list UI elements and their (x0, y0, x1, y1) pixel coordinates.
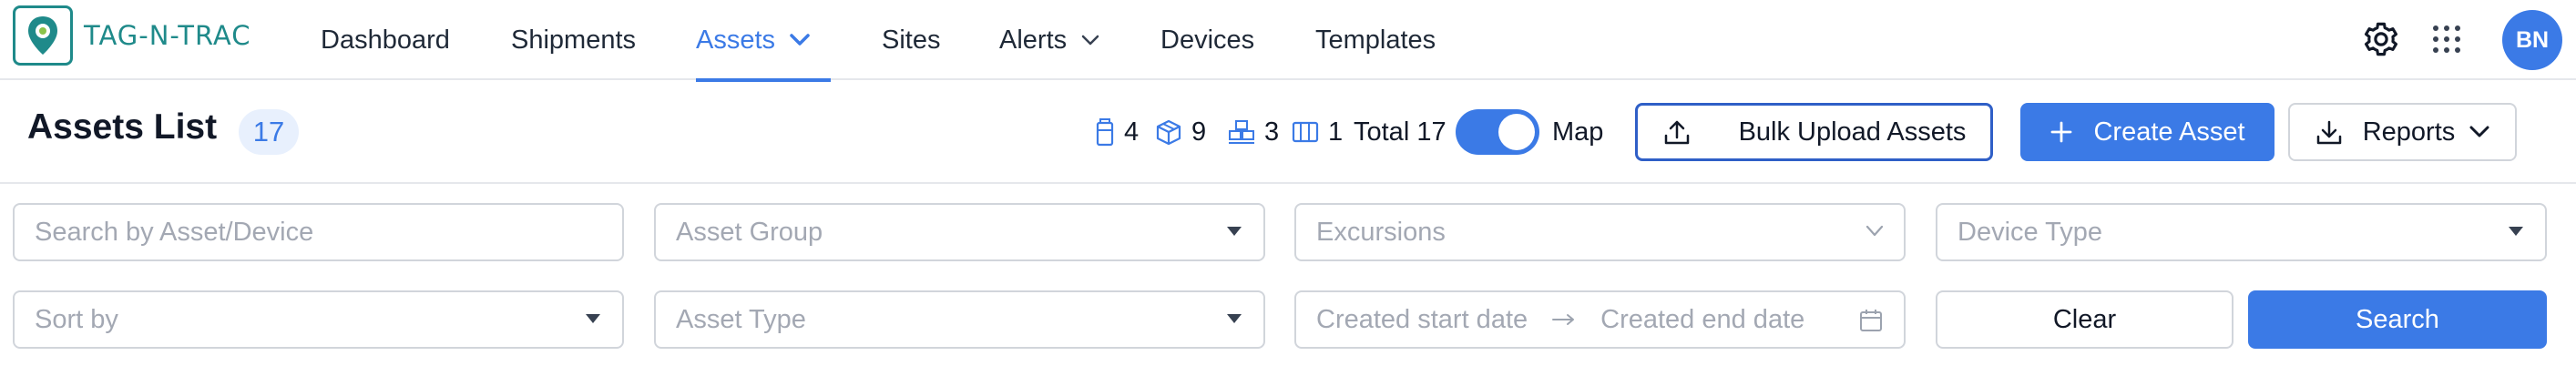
map-toggle[interactable] (1456, 109, 1539, 155)
excursions-select[interactable]: Excursions (1294, 203, 1906, 261)
caret-down-icon (2509, 227, 2523, 236)
nav-assets[interactable]: Assets (696, 0, 831, 82)
chevron-down-icon (1866, 225, 1884, 237)
search-button[interactable]: Search (2248, 290, 2547, 349)
date-range-picker[interactable]: Created start date Created end date (1294, 290, 1906, 349)
device-type-select[interactable]: Device Type (1936, 203, 2547, 261)
logo-text: TAG-N-TRAC (84, 20, 251, 51)
stat-total-label: Total 17 (1354, 117, 1446, 147)
search-label: Search (2356, 304, 2439, 334)
nav-alerts-label: Alerts (999, 25, 1068, 55)
bulk-upload-label: Bulk Upload Assets (1738, 117, 1967, 147)
asset-group-placeholder: Asset Group (676, 217, 823, 247)
chevron-down-icon (790, 34, 810, 46)
download-icon (2316, 120, 2341, 145)
excursions-placeholder: Excursions (1316, 217, 1446, 247)
container-icon (1096, 118, 1114, 147)
nav-dashboard-label: Dashboard (321, 25, 450, 55)
toggle-knob (1498, 114, 1535, 150)
stat-type-1: 4 (1095, 109, 1139, 155)
caret-down-icon (586, 314, 600, 323)
user-initials: BN (2515, 26, 2550, 53)
settings-gear-icon[interactable] (2358, 16, 2404, 62)
caret-down-icon (1227, 314, 1242, 323)
clear-label: Clear (2052, 304, 2117, 334)
user-avatar[interactable]: BN (2502, 10, 2562, 70)
caret-down-icon (1227, 227, 1242, 236)
nav-devices[interactable]: Devices (1160, 0, 1254, 80)
page-title: Assets List (27, 107, 218, 147)
end-date-input[interactable]: Created end date (1600, 305, 1804, 335)
reports-label: Reports (2362, 117, 2456, 147)
asset-group-select[interactable]: Asset Group (654, 203, 1265, 261)
stat-type-3-value: 3 (1264, 117, 1280, 147)
asset-count-badge: 17 (239, 109, 299, 155)
nav-dashboard[interactable]: Dashboard (321, 0, 450, 80)
pallet-stack-icon (1229, 120, 1254, 144)
nav-shipments-label: Shipments (511, 25, 637, 55)
plus-icon (2051, 121, 2072, 143)
chevron-down-icon (2469, 126, 2489, 137)
create-asset-label: Create Asset (2093, 117, 2245, 147)
stat-type-4-value: 1 (1328, 117, 1344, 147)
box-icon (1156, 119, 1181, 146)
stat-total: Total 17 (1354, 109, 1446, 155)
create-asset-button[interactable]: Create Asset (2020, 103, 2274, 161)
clear-button[interactable]: Clear (1936, 290, 2234, 349)
sort-by-placeholder: Sort by (35, 304, 118, 334)
nav-templates-label: Templates (1315, 25, 1436, 55)
brand-logo[interactable]: TAG-N-TRAC (13, 5, 251, 66)
trailer-icon (1292, 121, 1319, 143)
nav-alerts[interactable]: Alerts (999, 0, 1099, 80)
arrow-right-icon (1552, 314, 1575, 325)
stat-type-3: 3 (1228, 109, 1279, 155)
sort-by-select[interactable]: Sort by (13, 290, 624, 349)
nav-sites[interactable]: Sites (882, 0, 940, 80)
reports-button[interactable]: Reports (2288, 103, 2517, 161)
map-label: Map (1552, 109, 1603, 155)
bulk-upload-button[interactable]: Bulk Upload Assets (1635, 103, 1993, 161)
search-input[interactable] (35, 217, 622, 248)
device-type-placeholder: Device Type (1958, 217, 2103, 247)
map-label-text: Map (1552, 117, 1604, 147)
top-navigation: TAG-N-TRAC Dashboard Shipments Assets Si… (0, 0, 2576, 82)
stat-type-2-value: 9 (1191, 117, 1207, 147)
stat-type-1-value: 4 (1124, 117, 1140, 147)
logo-pin-icon (13, 5, 73, 66)
page-header: Assets List 17 4 9 3 1 Total 17 Map Bulk… (0, 82, 2576, 184)
nav-sites-label: Sites (882, 25, 941, 55)
nav-devices-label: Devices (1160, 25, 1255, 55)
nav-assets-label: Assets (696, 25, 776, 55)
stat-type-4: 1 (1292, 109, 1343, 155)
search-field[interactable] (13, 203, 624, 261)
start-date-input[interactable]: Created start date (1316, 305, 1528, 335)
chevron-down-icon (1081, 35, 1099, 46)
stat-type-2: 9 (1155, 109, 1206, 155)
asset-type-select[interactable]: Asset Type (654, 290, 1265, 349)
nav-shipments[interactable]: Shipments (511, 0, 636, 80)
upload-icon (1664, 120, 1689, 145)
nav-templates[interactable]: Templates (1315, 0, 1436, 80)
calendar-icon (1860, 310, 1882, 331)
apps-grid-icon[interactable] (2424, 16, 2469, 62)
asset-type-placeholder: Asset Type (676, 304, 806, 334)
